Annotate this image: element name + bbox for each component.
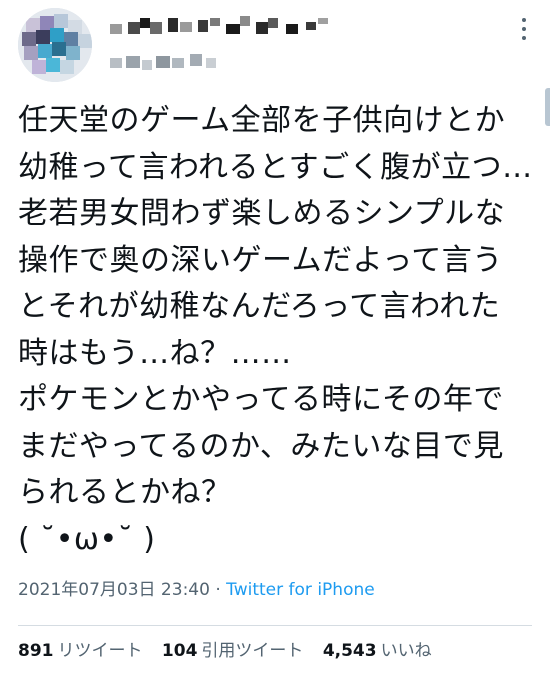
username-handle[interactable] xyxy=(110,54,310,74)
more-dot-icon xyxy=(522,27,526,31)
divider xyxy=(18,625,532,626)
tweet-text-line: とそれが幼稚なんだろって言われた xyxy=(18,289,501,324)
more-dot-icon xyxy=(522,36,526,40)
tweet-text-line: ( ˘•ω•˘ ) xyxy=(18,521,156,557)
quotes-stat[interactable]: 104 引用ツイート xyxy=(162,638,304,664)
quotes-count: 104 xyxy=(161,641,198,661)
tweet-text-line: 老若男女問わず楽しめるシンプルな xyxy=(18,196,506,231)
tweet-text-line: られるとかね？ xyxy=(18,475,232,510)
tweet-text: 任天堂のゲーム全部を子供向けとか 幼稚って言われるとすごく腹が立つ… 老若男女問… xyxy=(18,98,532,563)
likes-count: 4,543 xyxy=(322,641,377,661)
more-dot-icon xyxy=(522,18,526,22)
tweet-text-line: 時はもう…ね？…… xyxy=(18,335,292,371)
retweets-stat[interactable]: 891 リツイート xyxy=(18,638,143,664)
engagement-stats: 891 リツイート 104 引用ツイート 4,543 いいね xyxy=(18,638,446,664)
tweet-text-line: 操作で奥の深いゲームだよって言う xyxy=(18,242,503,278)
quotes-label: 引用ツイート xyxy=(201,641,304,661)
tweet-timestamp[interactable]: 2021年07月03日 23:40 xyxy=(18,580,210,600)
avatar[interactable] xyxy=(18,8,92,82)
tweet-text-line: ポケモンとかやってる時にその年で xyxy=(18,382,504,417)
tweet-text-line: 任天堂のゲーム全部を子供向けとか xyxy=(18,103,506,138)
retweets-label: リツイート xyxy=(57,641,143,661)
retweets-count: 891 xyxy=(18,641,54,661)
tweet-text-line: まだやってるのか、みたいな目で見 xyxy=(18,428,504,464)
likes-stat[interactable]: 4,543 いいね xyxy=(323,638,432,664)
tweet-source-link[interactable]: Twitter for iPhone xyxy=(226,580,375,600)
scroll-indicator[interactable] xyxy=(545,88,550,126)
tweet-detail: 任天堂のゲーム全部を子供向けとか 幼稚って言われるとすごく腹が立つ… 老若男女問… xyxy=(0,0,550,679)
display-name[interactable] xyxy=(110,16,430,38)
meta-separator: · xyxy=(209,580,227,600)
likes-label: いいね xyxy=(380,641,432,661)
more-vertical-icon[interactable] xyxy=(520,18,528,46)
tweet-text-line: 幼稚って言われるとすごく腹が立つ… xyxy=(18,149,533,185)
tweet-meta: 2021年07月03日 23:40 · Twitter for iPhone xyxy=(18,578,375,602)
